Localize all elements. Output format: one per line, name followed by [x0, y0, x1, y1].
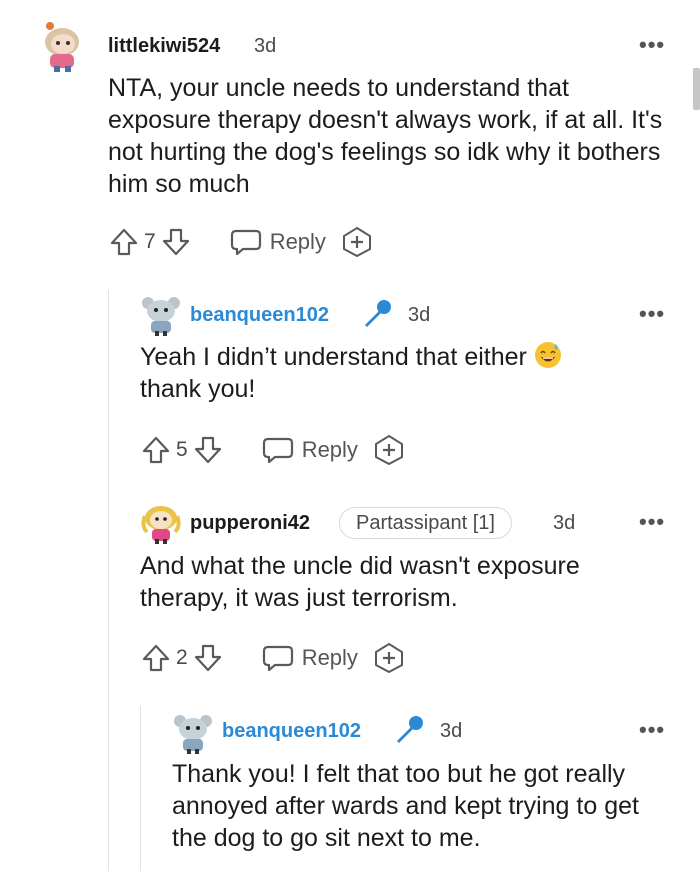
microphone-icon [397, 716, 423, 743]
avatar[interactable] [139, 502, 183, 546]
timestamp[interactable]: 3d [408, 304, 430, 327]
comment-text: Yeah I didn’t understand that either [140, 343, 527, 371]
reply-label: Reply [301, 645, 358, 670]
vote-count: 2 [176, 646, 188, 669]
downvote-icon[interactable] [160, 226, 192, 258]
more-options-button[interactable]: ••• [639, 303, 665, 325]
reply-button[interactable]: Reply [262, 644, 358, 672]
thread-line[interactable] [140, 706, 141, 871]
speech-bubble-icon [230, 229, 261, 256]
award-plus-icon [342, 226, 371, 258]
upvote-icon[interactable] [108, 226, 140, 258]
downvote-icon[interactable] [192, 642, 224, 674]
avatar[interactable] [171, 711, 215, 755]
comment-actions: 2 Reply [140, 638, 406, 678]
comment-body: And what the uncle did wasn't exposure t… [140, 552, 580, 612]
reply-label: Reply [269, 229, 326, 254]
reply-button[interactable]: Reply [230, 228, 326, 256]
upvote-icon[interactable] [140, 434, 172, 466]
avatar[interactable] [139, 293, 183, 337]
reply-button[interactable]: Reply [262, 436, 358, 464]
username[interactable]: pupperoni42 [190, 512, 310, 535]
speech-bubble-icon [262, 437, 293, 464]
username[interactable]: littlekiwi524 [108, 35, 220, 58]
thread-line[interactable] [108, 290, 109, 871]
award-button[interactable] [372, 641, 406, 675]
upvote-icon[interactable] [140, 642, 172, 674]
comment-actions: 5 Reply [140, 430, 406, 470]
more-options-button[interactable]: ••• [639, 34, 665, 56]
award-plus-icon [374, 642, 403, 674]
microphone-icon [365, 300, 391, 327]
timestamp[interactable]: 3d [553, 512, 575, 535]
speech-bubble-icon [262, 645, 293, 672]
vote-count: 5 [176, 438, 188, 461]
award-plus-icon [374, 434, 403, 466]
downvote-icon[interactable] [192, 434, 224, 466]
award-button[interactable] [372, 433, 406, 467]
vote-count: 7 [144, 230, 156, 253]
comment-body: Yeah I didn’t understand that either tha… [140, 341, 660, 405]
more-options-button[interactable]: ••• [639, 719, 665, 741]
timestamp[interactable]: 3d [254, 35, 276, 58]
award-button[interactable] [340, 225, 374, 259]
comment-body: Thank you! I felt that too but he got re… [172, 760, 639, 852]
comment-body: NTA, your uncle needs to understand that… [108, 74, 663, 198]
user-flair: Partassipant [1] [339, 507, 512, 539]
reply-label: Reply [301, 437, 358, 462]
timestamp[interactable]: 3d [440, 720, 462, 743]
avatar[interactable] [38, 18, 86, 74]
comment-actions: 7 Reply [108, 222, 374, 262]
more-options-button[interactable]: ••• [639, 511, 665, 533]
username[interactable]: beanqueen102 [190, 304, 329, 327]
scrollbar[interactable] [693, 68, 700, 110]
grinning-sweat-emoji-icon [534, 342, 561, 368]
comment-text-line2: thank you! [140, 375, 256, 403]
username[interactable]: beanqueen102 [222, 720, 361, 743]
